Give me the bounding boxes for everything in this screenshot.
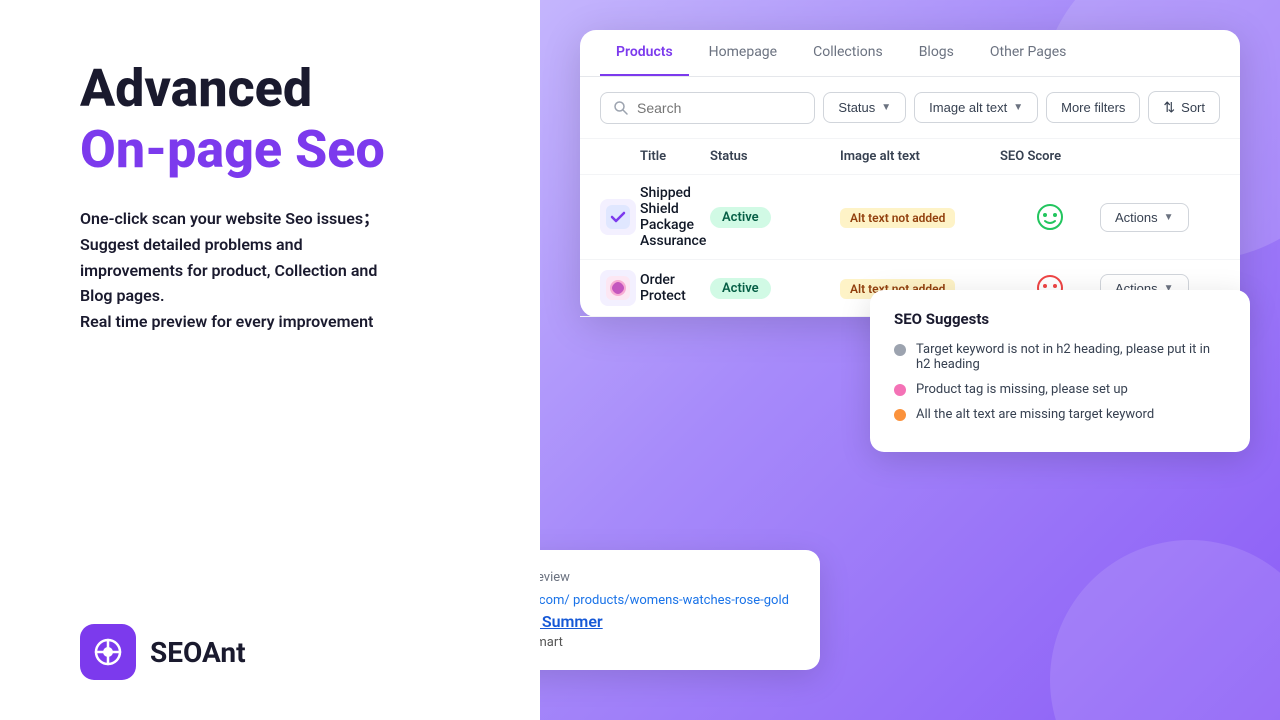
- product-status: Active: [710, 206, 840, 228]
- search-icon: [613, 100, 629, 116]
- seoant-logo-icon: [80, 624, 136, 680]
- table-header: Title Status Image alt text SEO Score: [580, 139, 1240, 175]
- google-preview-description: Rose Gold! Waterproof Smart: [540, 635, 796, 650]
- heading-seo: On-page Seo: [80, 121, 480, 178]
- google-preview-card: Google search engilne preview https://ut…: [540, 550, 820, 670]
- col-status: Status: [710, 149, 840, 164]
- seo-suggest-item: Product tag is missing, please set up: [894, 382, 1226, 397]
- tab-other-pages[interactable]: Other Pages: [974, 30, 1082, 76]
- seo-suggest-item: All the alt text are missing target keyw…: [894, 407, 1226, 422]
- right-panel: Products Homepage Collections Blogs Othe…: [540, 0, 1280, 720]
- main-card: Products Homepage Collections Blogs Othe…: [580, 30, 1240, 317]
- seo-score: [1000, 202, 1100, 232]
- sort-icon: ⇅: [1163, 99, 1175, 116]
- status-badge-active: Active: [710, 278, 771, 299]
- suggest-dot-pink: [894, 384, 906, 396]
- col-actions: [1100, 149, 1220, 164]
- product-thumbnail: [600, 199, 636, 235]
- deco-circle-2: [1050, 540, 1280, 720]
- seo-suggest-item: Target keyword is not in h2 heading, ple…: [894, 342, 1226, 372]
- product-status: Active: [710, 277, 840, 299]
- actions-button[interactable]: Actions ▼: [1100, 203, 1189, 232]
- google-preview-title: Women Watch 2022 Summer: [540, 612, 796, 631]
- more-filters-button[interactable]: More filters: [1046, 92, 1140, 123]
- google-preview-url: https://utoper.myshopify.com/ products/w…: [540, 593, 796, 608]
- left-content: Advanced On-page Seo One-click scan your…: [80, 60, 480, 334]
- search-box[interactable]: [600, 92, 815, 124]
- tab-collections[interactable]: Collections: [797, 30, 899, 76]
- google-preview-label: Google search engilne preview: [540, 570, 796, 585]
- product-thumbnail: [600, 270, 636, 306]
- col-thumb: [600, 149, 640, 164]
- chevron-down-icon: ▼: [881, 102, 891, 113]
- tab-homepage[interactable]: Homepage: [693, 30, 793, 76]
- table-row: Shipped Shield Package Assurance Active …: [580, 175, 1240, 260]
- search-input[interactable]: [637, 100, 802, 116]
- tab-bar: Products Homepage Collections Blogs Othe…: [580, 30, 1240, 77]
- suggest-dot-gray: [894, 344, 906, 356]
- actions-cell: Actions ▼: [1100, 203, 1220, 232]
- suggest-dot-orange: [894, 409, 906, 421]
- logo-area: SEOAnt: [80, 624, 480, 680]
- sort-button[interactable]: ⇅ Sort: [1148, 91, 1220, 124]
- description: One-click scan your website Seo issues； …: [80, 206, 480, 334]
- tab-blogs[interactable]: Blogs: [903, 30, 970, 76]
- seo-suggests-popup: SEO Suggests Target keyword is not in h2…: [870, 290, 1250, 452]
- alt-text-badge: Alt text not added: [840, 208, 955, 228]
- chevron-down-icon: ▼: [1164, 212, 1174, 223]
- toolbar: Status ▼ Image alt text ▼ More filters ⇅…: [580, 77, 1240, 139]
- col-seo-score: SEO Score: [1000, 149, 1100, 164]
- product-title: Shipped Shield Package Assurance: [640, 185, 710, 249]
- seo-popup-title: SEO Suggests: [894, 310, 1226, 328]
- left-panel: Advanced On-page Seo One-click scan your…: [0, 0, 540, 720]
- col-title: Title: [640, 149, 710, 164]
- logo-text: SEOAnt: [150, 636, 246, 669]
- status-filter-button[interactable]: Status ▼: [823, 92, 906, 123]
- heading-advanced: Advanced: [80, 60, 480, 117]
- image-alt-filter-button[interactable]: Image alt text ▼: [914, 92, 1038, 123]
- product-alt-text: Alt text not added: [840, 207, 1000, 228]
- col-image-alt: Image alt text: [840, 149, 1000, 164]
- tab-products[interactable]: Products: [600, 30, 689, 76]
- chevron-down-icon: ▼: [1013, 102, 1023, 113]
- product-title: Order Protect: [640, 272, 710, 304]
- status-badge-active: Active: [710, 207, 771, 228]
